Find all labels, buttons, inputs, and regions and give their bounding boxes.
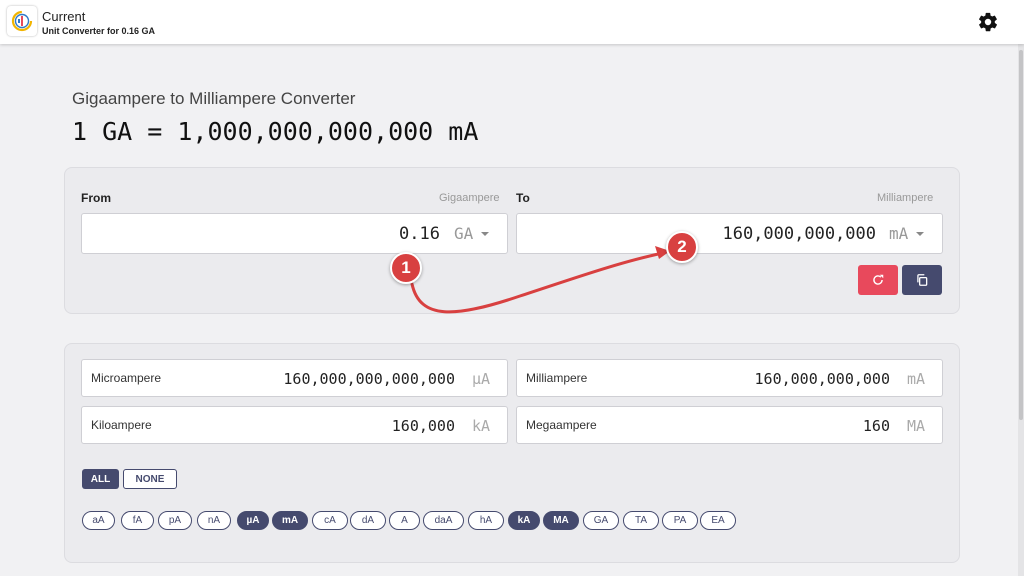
result-value: 160,000 [391,417,455,435]
unit-chip[interactable]: aA [82,511,115,530]
copy-button[interactable] [902,265,942,295]
scrollbar-thumb[interactable] [1019,50,1023,420]
app-title: Current [42,9,86,24]
from-unit-name: Gigaampere [439,192,500,204]
unit-chip[interactable]: dA [350,511,386,530]
unit-chip[interactable]: GA [583,511,619,530]
unit-chip[interactable]: pA [158,511,192,530]
to-unit-name: Milliampere [877,192,934,204]
from-label: From [81,191,111,205]
unit-chip[interactable]: hA [468,511,504,530]
copy-icon [917,274,928,286]
result-unit-symbol: kA [472,417,491,435]
unit-chip[interactable]: A [389,511,420,530]
result-value: 160,000,000,000,000 [283,370,455,388]
to-unit-select[interactable]: mA [889,224,908,243]
select-none-button[interactable]: NONE [123,469,177,489]
select-all-button[interactable]: ALL [82,469,119,489]
unit-chip[interactable]: nA [197,511,231,530]
gear-icon[interactable] [977,11,999,33]
from-unit-select[interactable]: GA [454,224,473,243]
result-row[interactable]: Megaampere 160 MA [516,406,943,444]
result-unit-name: Megaampere [526,418,597,432]
app-logo-icon [7,6,37,36]
refresh-icon [873,274,884,285]
step-1-badge: 1 [390,252,422,284]
unit-chip[interactable]: fA [121,511,154,530]
result-unit-symbol: mA [907,370,926,388]
result-unit-symbol: µA [472,370,491,388]
to-value: 160,000,000,000 [722,224,876,244]
to-label: To [516,191,530,205]
result-row[interactable]: Kiloampere 160,000 kA [81,406,508,444]
app-subtitle: Unit Converter for 0.16 GA [42,26,156,36]
result-value: 160,000,000,000 [754,370,890,388]
unit-chip[interactable]: MA [543,511,579,530]
result-value: 160 [862,417,890,435]
unit-chip[interactable]: cA [312,511,348,530]
result-unit-name: Kiloampere [91,418,152,432]
from-value: 0.16 [399,224,440,244]
unit-chip[interactable]: PA [662,511,698,530]
unit-chip[interactable]: µA [237,511,269,530]
result-row[interactable]: Milliampere 160,000,000,000 mA [516,359,943,397]
from-value-input[interactable]: 0.16 GA [81,213,508,254]
unit-chip[interactable]: kA [508,511,540,530]
app-header: Current Unit Converter for 0.16 GA [0,0,1024,44]
step-2-badge: 2 [666,231,698,263]
unit-chip[interactable]: daA [423,511,464,530]
converter-title: Gigaampere to Milliampere Converter [72,89,356,108]
conversion-formula: 1 GA = 1,000,000,000,000 mA [72,117,479,146]
result-row[interactable]: Microampere 160,000,000,000,000 µA [81,359,508,397]
result-unit-name: Milliampere [526,371,588,385]
unit-chip[interactable]: mA [272,511,308,530]
unit-chip[interactable]: EA [700,511,736,530]
unit-chip[interactable]: TA [623,511,659,530]
result-unit-symbol: MA [907,417,926,435]
reset-button[interactable] [858,265,898,295]
to-value-input[interactable]: 160,000,000,000 mA [516,213,943,254]
result-unit-name: Microampere [91,371,162,385]
chevron-down-icon[interactable] [916,232,924,236]
chevron-down-icon[interactable] [481,232,489,236]
